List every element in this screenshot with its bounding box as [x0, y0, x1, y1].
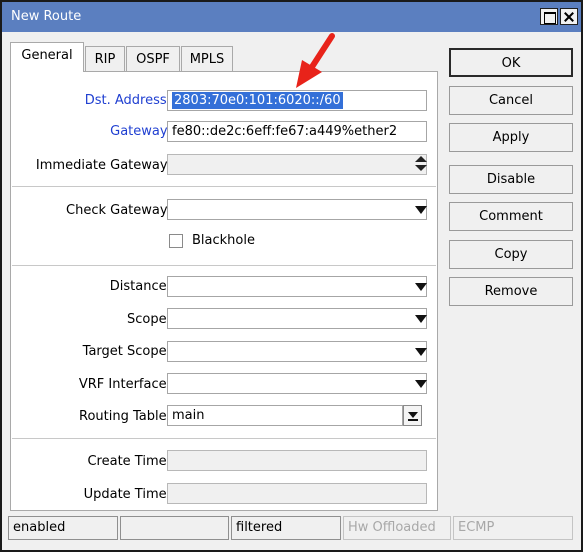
- close-icon[interactable]: [560, 8, 578, 25]
- window-title: New Route: [11, 9, 82, 24]
- target-scope-dropdown-icon[interactable]: [415, 348, 427, 356]
- status-enabled: enabled: [8, 516, 118, 540]
- tab-general-label: General: [21, 48, 73, 63]
- blackhole-label: Blackhole: [192, 233, 255, 248]
- status-empty: [120, 516, 229, 540]
- general-tab-panel: Dst. Address: 2803:70e0:101:6020::/60 Ga…: [10, 71, 438, 511]
- tab-rip-label: RIP: [94, 52, 116, 67]
- target-scope-field[interactable]: [167, 341, 427, 362]
- status-bar: enabled filtered Hw Offloaded ECMP: [8, 516, 575, 542]
- distance-field[interactable]: [167, 276, 427, 297]
- routing-table-dropdown-icon[interactable]: [403, 405, 422, 426]
- comment-button[interactable]: Comment: [449, 202, 573, 231]
- vrf-interface-label: VRF Interface:: [78, 377, 171, 392]
- gateway-label: Gateway:: [110, 124, 171, 139]
- apply-button[interactable]: Apply: [449, 123, 573, 152]
- tab-mpls[interactable]: MPLS: [181, 46, 233, 73]
- gateway-field[interactable]: fe80::de2c:6eff:fe67:a449%ether2: [167, 121, 427, 142]
- routing-table-label: Routing Table:: [79, 409, 171, 424]
- check-gateway-label: Check Gateway:: [66, 203, 171, 218]
- distance-label: Distance:: [109, 279, 171, 294]
- spin-updown-icon[interactable]: [415, 156, 427, 172]
- tab-mpls-label: MPLS: [189, 52, 225, 67]
- ok-button[interactable]: OK: [449, 48, 573, 77]
- update-time-field: [167, 483, 427, 504]
- update-time-label: Update Time:: [83, 487, 171, 502]
- target-scope-label: Target Scope:: [82, 344, 171, 359]
- maximize-icon[interactable]: [540, 8, 558, 25]
- annotation-arrow-icon: [296, 33, 335, 88]
- dst-address-field[interactable]: 2803:70e0:101:6020::/60: [167, 90, 427, 111]
- check-gateway-field[interactable]: [167, 199, 427, 220]
- dst-address-label: Dst. Address:: [84, 93, 171, 108]
- vrf-interface-dropdown-icon[interactable]: [415, 380, 427, 388]
- routing-table-field[interactable]: main: [167, 405, 403, 426]
- scope-label: Scope:: [127, 312, 171, 327]
- status-ecmp: ECMP: [453, 516, 573, 540]
- separator: [12, 265, 436, 266]
- disable-button[interactable]: Disable: [449, 165, 573, 194]
- create-time-field: [167, 450, 427, 471]
- immediate-gateway-field: [167, 154, 427, 175]
- title-bar[interactable]: New Route: [2, 2, 581, 32]
- status-hw-offloaded: Hw Offloaded: [343, 516, 451, 540]
- check-gateway-dropdown-icon[interactable]: [415, 206, 427, 214]
- status-filtered: filtered: [231, 516, 341, 540]
- blackhole-checkbox[interactable]: [169, 234, 183, 248]
- scope-field[interactable]: [167, 308, 427, 329]
- remove-button[interactable]: Remove: [449, 277, 573, 306]
- separator: [12, 186, 436, 187]
- separator: [12, 438, 436, 439]
- tab-general[interactable]: General: [10, 42, 84, 72]
- dst-address-value: 2803:70e0:101:6020::/60: [172, 92, 343, 109]
- scope-dropdown-icon[interactable]: [415, 315, 427, 323]
- tab-ospf[interactable]: OSPF: [126, 46, 180, 73]
- tab-rip[interactable]: RIP: [85, 46, 125, 73]
- create-time-label: Create Time:: [87, 454, 171, 469]
- distance-dropdown-icon[interactable]: [415, 283, 427, 291]
- tab-ospf-label: OSPF: [136, 52, 170, 67]
- cancel-button[interactable]: Cancel: [449, 86, 573, 115]
- immediate-gateway-label: Immediate Gateway:: [35, 158, 171, 173]
- vrf-interface-field[interactable]: [167, 373, 427, 394]
- copy-button[interactable]: Copy: [449, 240, 573, 269]
- new-route-window: New Route General RIP OSPF MPLS Dst. Add…: [0, 0, 583, 552]
